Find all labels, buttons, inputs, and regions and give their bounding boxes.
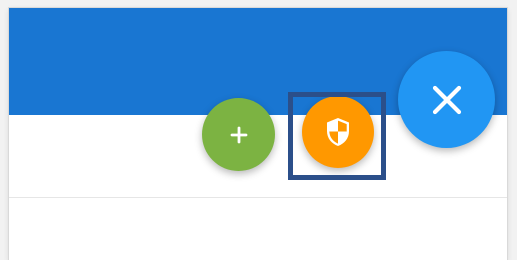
close-button[interactable] xyxy=(398,51,495,148)
shield-icon xyxy=(324,116,352,148)
security-button[interactable] xyxy=(302,96,374,168)
plus-icon xyxy=(227,123,251,147)
close-icon xyxy=(429,82,465,118)
divider xyxy=(9,197,507,198)
add-button[interactable] xyxy=(202,98,275,171)
